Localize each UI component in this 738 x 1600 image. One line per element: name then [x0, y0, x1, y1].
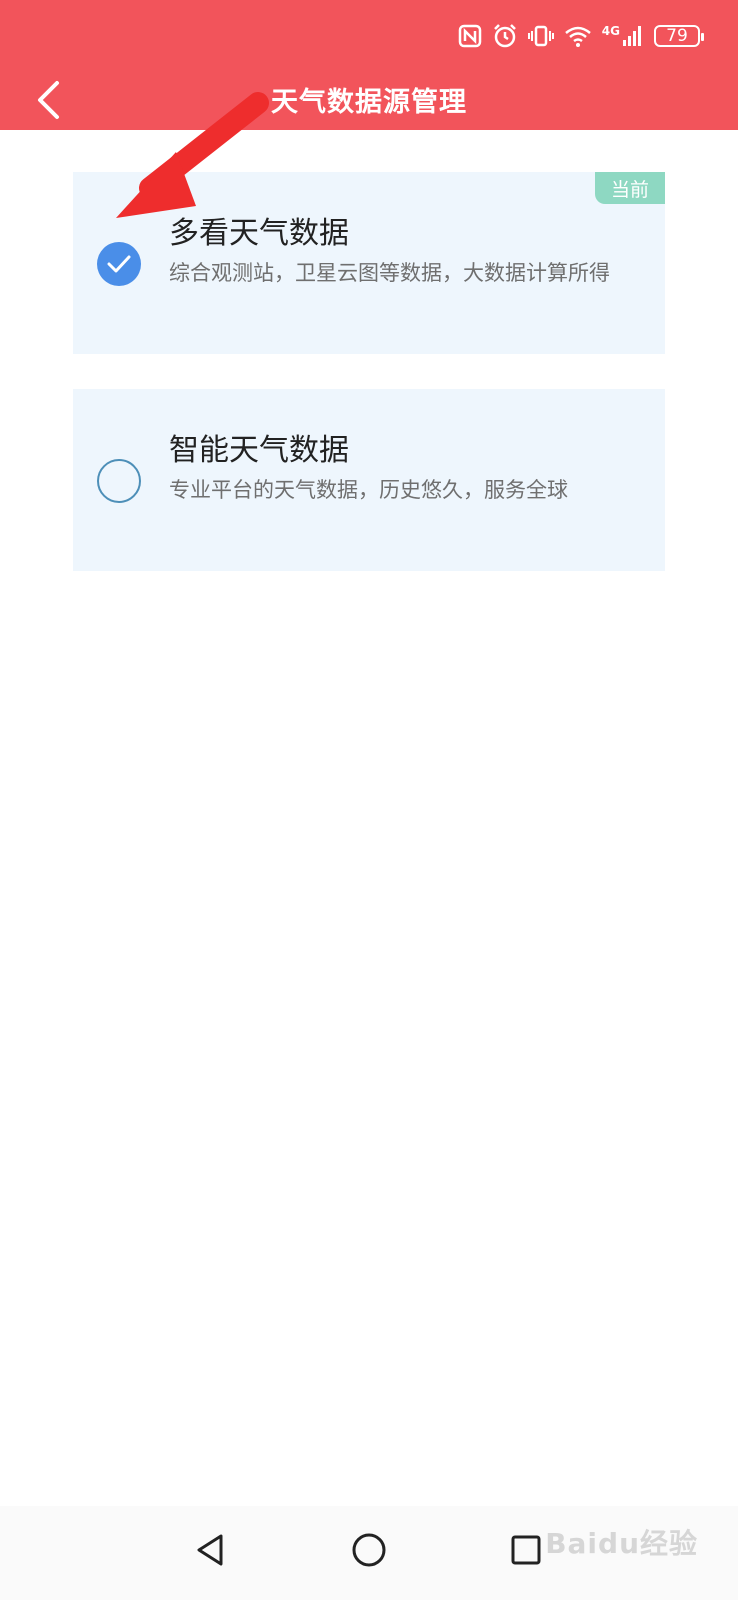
data-source-option-smart[interactable]: 智能天气数据 专业平台的天气数据，历史悠久，服务全球	[73, 389, 665, 571]
data-source-option-duokan[interactable]: 当前 多看天气数据 综合观测站，卫星云图等数据，大数据计算所得	[73, 172, 665, 354]
app-header: 4G 79 天气数据源管理	[0, 0, 738, 130]
nav-home-button[interactable]	[345, 1526, 393, 1574]
network-type: 4G	[601, 24, 620, 38]
signal-icon	[623, 26, 641, 46]
nav-back-button[interactable]	[187, 1526, 235, 1574]
checkmark-icon	[107, 255, 131, 273]
alarm-icon	[493, 24, 516, 48]
baidu-watermark: Baidu经验	[545, 1527, 698, 1560]
nfc-icon	[458, 24, 482, 48]
status-bar: 4G 79	[458, 20, 704, 52]
source-description: 专业平台的天气数据，历史悠久，服务全球	[169, 478, 568, 502]
battery-icon: 79	[654, 25, 704, 47]
current-badge: 当前	[595, 172, 665, 204]
page-title: 天气数据源管理	[271, 87, 467, 118]
vibrate-icon	[527, 25, 554, 47]
recents-square-icon	[511, 1535, 541, 1565]
source-title: 多看天气数据	[169, 216, 349, 251]
radio-checked-icon[interactable]	[97, 242, 141, 286]
source-title: 智能天气数据	[169, 433, 349, 468]
wifi-icon	[564, 26, 591, 47]
source-description: 综合观测站，卫星云图等数据，大数据计算所得	[169, 261, 610, 285]
nav-recents-button[interactable]	[502, 1526, 550, 1574]
radio-unchecked-icon[interactable]	[97, 459, 141, 503]
home-circle-icon	[352, 1533, 386, 1567]
battery-level: 79	[666, 26, 688, 46]
back-triangle-icon	[197, 1534, 223, 1566]
